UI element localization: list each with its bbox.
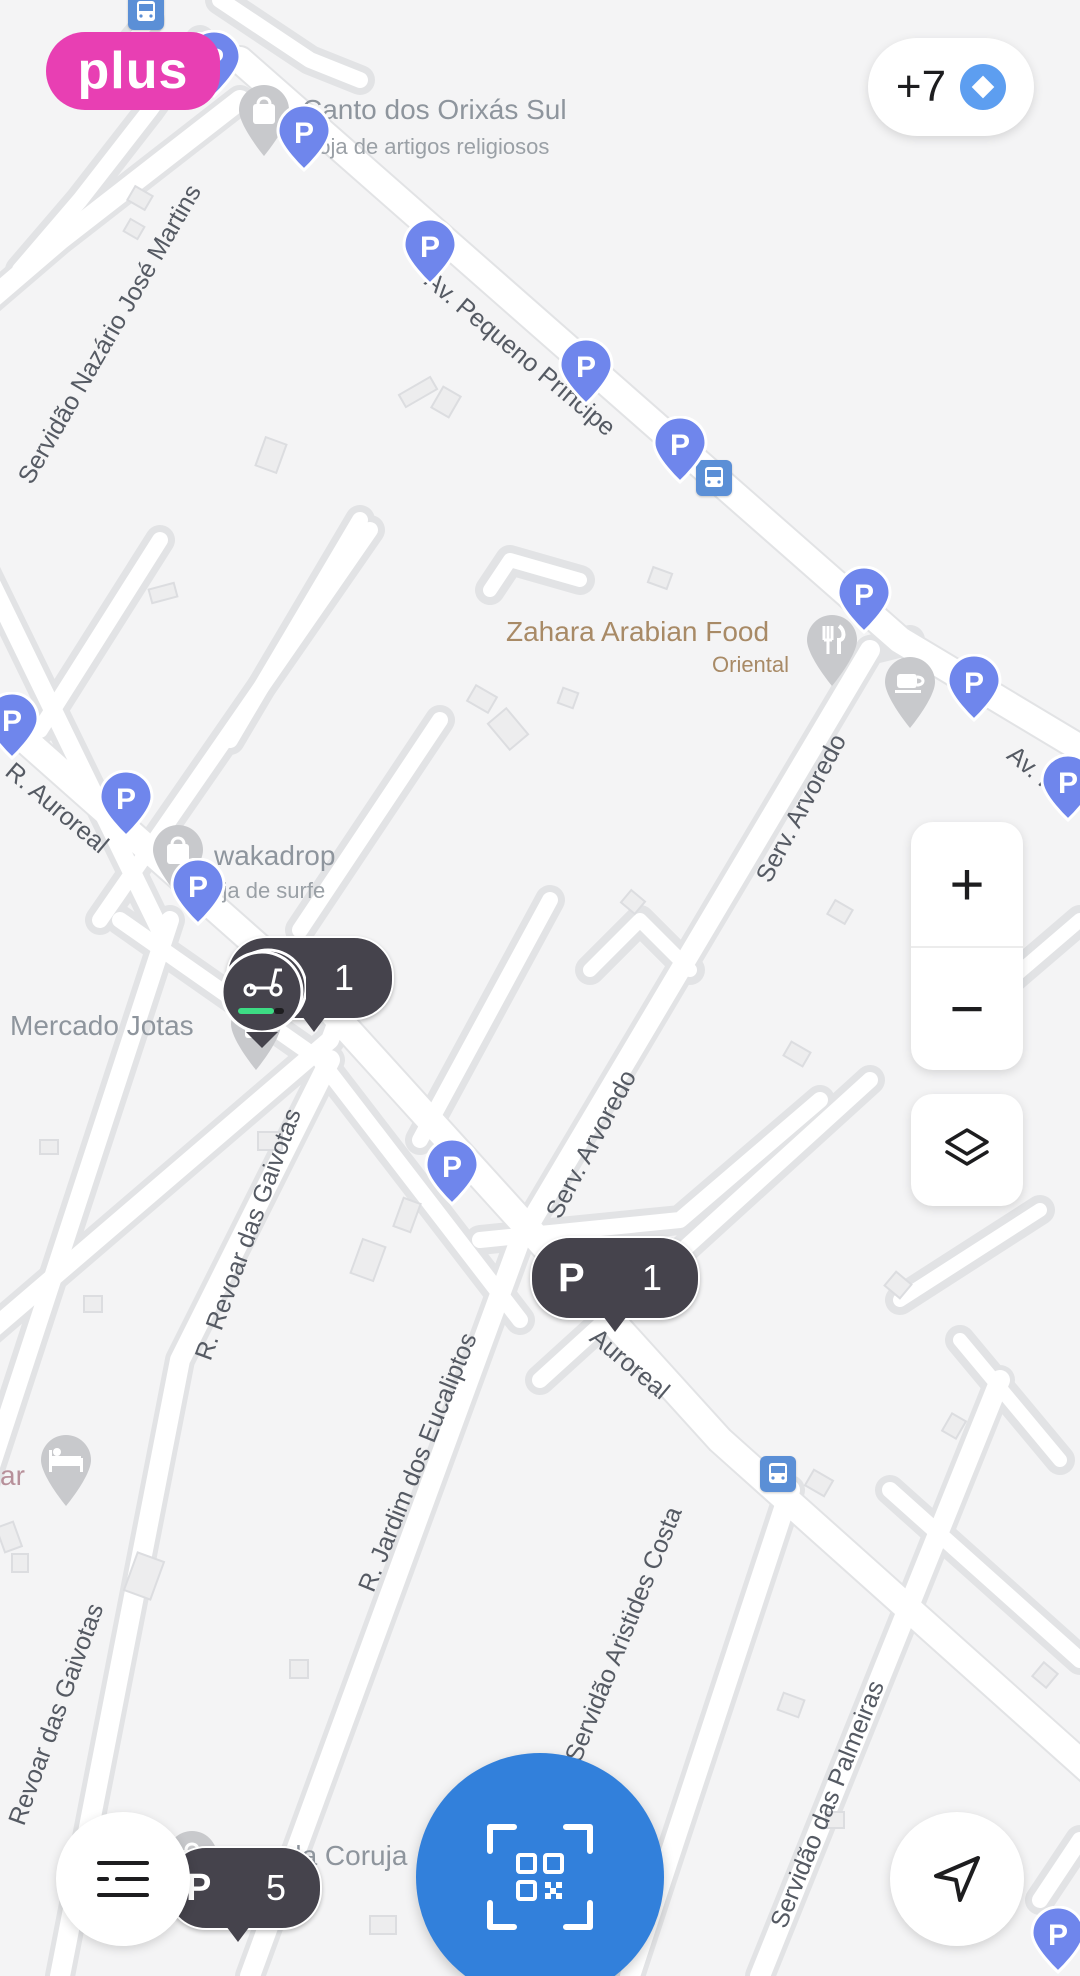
svg-text:P: P: [576, 351, 596, 384]
parking-cluster[interactable]: P 1: [530, 1236, 700, 1332]
zoom-controls: + −: [911, 822, 1023, 1070]
divider: [911, 946, 1023, 948]
svg-text:P: P: [442, 1151, 462, 1184]
layers-button[interactable]: [911, 1094, 1023, 1206]
plus-badge[interactable]: plus: [46, 32, 220, 110]
poi-name: ar: [0, 1460, 25, 1491]
svg-text:P: P: [1058, 767, 1078, 800]
parking-pin[interactable]: P: [97, 770, 155, 840]
cluster-pointer: [226, 1926, 250, 1942]
parking-pin[interactable]: P: [0, 692, 41, 762]
cluster-count: 5: [265, 1867, 286, 1908]
qr-scan-icon: [487, 1824, 593, 1930]
svg-text:P: P: [116, 783, 136, 816]
svg-text:P: P: [1048, 1919, 1068, 1952]
hotel-icon: [35, 1430, 97, 1510]
svg-text:P: P: [854, 579, 874, 612]
cluster-count: 1: [333, 957, 354, 998]
parking-pin[interactable]: P: [401, 218, 459, 288]
map-screen: Servidão Nazário José Martins Av. Pequen…: [0, 0, 1080, 1976]
menu-icon: [97, 1861, 149, 1897]
parking-pin[interactable]: P: [1039, 754, 1080, 824]
parking-pin[interactable]: P: [945, 654, 1003, 724]
svg-text:P: P: [420, 231, 440, 264]
parking-pin[interactable]: P: [835, 566, 893, 636]
svg-text:P: P: [964, 667, 984, 700]
cluster-count: 1: [641, 1257, 662, 1298]
parking-pin[interactable]: P: [423, 1138, 481, 1208]
parking-pin[interactable]: P: [169, 858, 227, 928]
cafe-icon[interactable]: [879, 652, 941, 732]
diamond-icon: [960, 64, 1007, 110]
cluster-parking-label: P: [558, 1255, 585, 1300]
cluster-pointer: [603, 1316, 627, 1332]
bus-stop-icon[interactable]: [760, 1456, 796, 1492]
parking-pin[interactable]: P: [1029, 1906, 1080, 1976]
svg-text:P: P: [2, 705, 22, 738]
layers-icon: [945, 1128, 989, 1166]
poi-name: wakadrop: [214, 840, 336, 871]
parking-pin[interactable]: P: [557, 338, 615, 408]
svg-text:P: P: [294, 117, 314, 150]
zoom-out-button[interactable]: −: [911, 946, 1023, 1070]
zoom-in-button[interactable]: +: [911, 822, 1023, 946]
navigation-arrow-icon: [934, 1856, 980, 1902]
hidden-vehicles-chip[interactable]: +7: [868, 38, 1034, 136]
poi-name: Zahara Arabian Food: [506, 616, 770, 647]
menu-button[interactable]: [56, 1812, 190, 1946]
locate-me-button[interactable]: [890, 1812, 1024, 1946]
parking-pin[interactable]: P: [651, 416, 709, 486]
svg-text:P: P: [188, 871, 208, 904]
parking-pin[interactable]: P: [275, 104, 333, 174]
scooter-marker[interactable]: [216, 942, 308, 1052]
svg-text:P: P: [670, 429, 690, 462]
scooter-icon: [220, 948, 308, 1048]
hidden-count: +7: [895, 62, 947, 111]
poi-subtitle: Loja de artigos religiosos: [306, 134, 550, 159]
poi-subtitle: Oriental: [712, 652, 790, 677]
bus-stop-icon[interactable]: [128, 0, 164, 30]
poi-name: Canto dos Orixás Sul: [302, 94, 567, 125]
poi-name: Mercado Jotas: [10, 1010, 194, 1041]
